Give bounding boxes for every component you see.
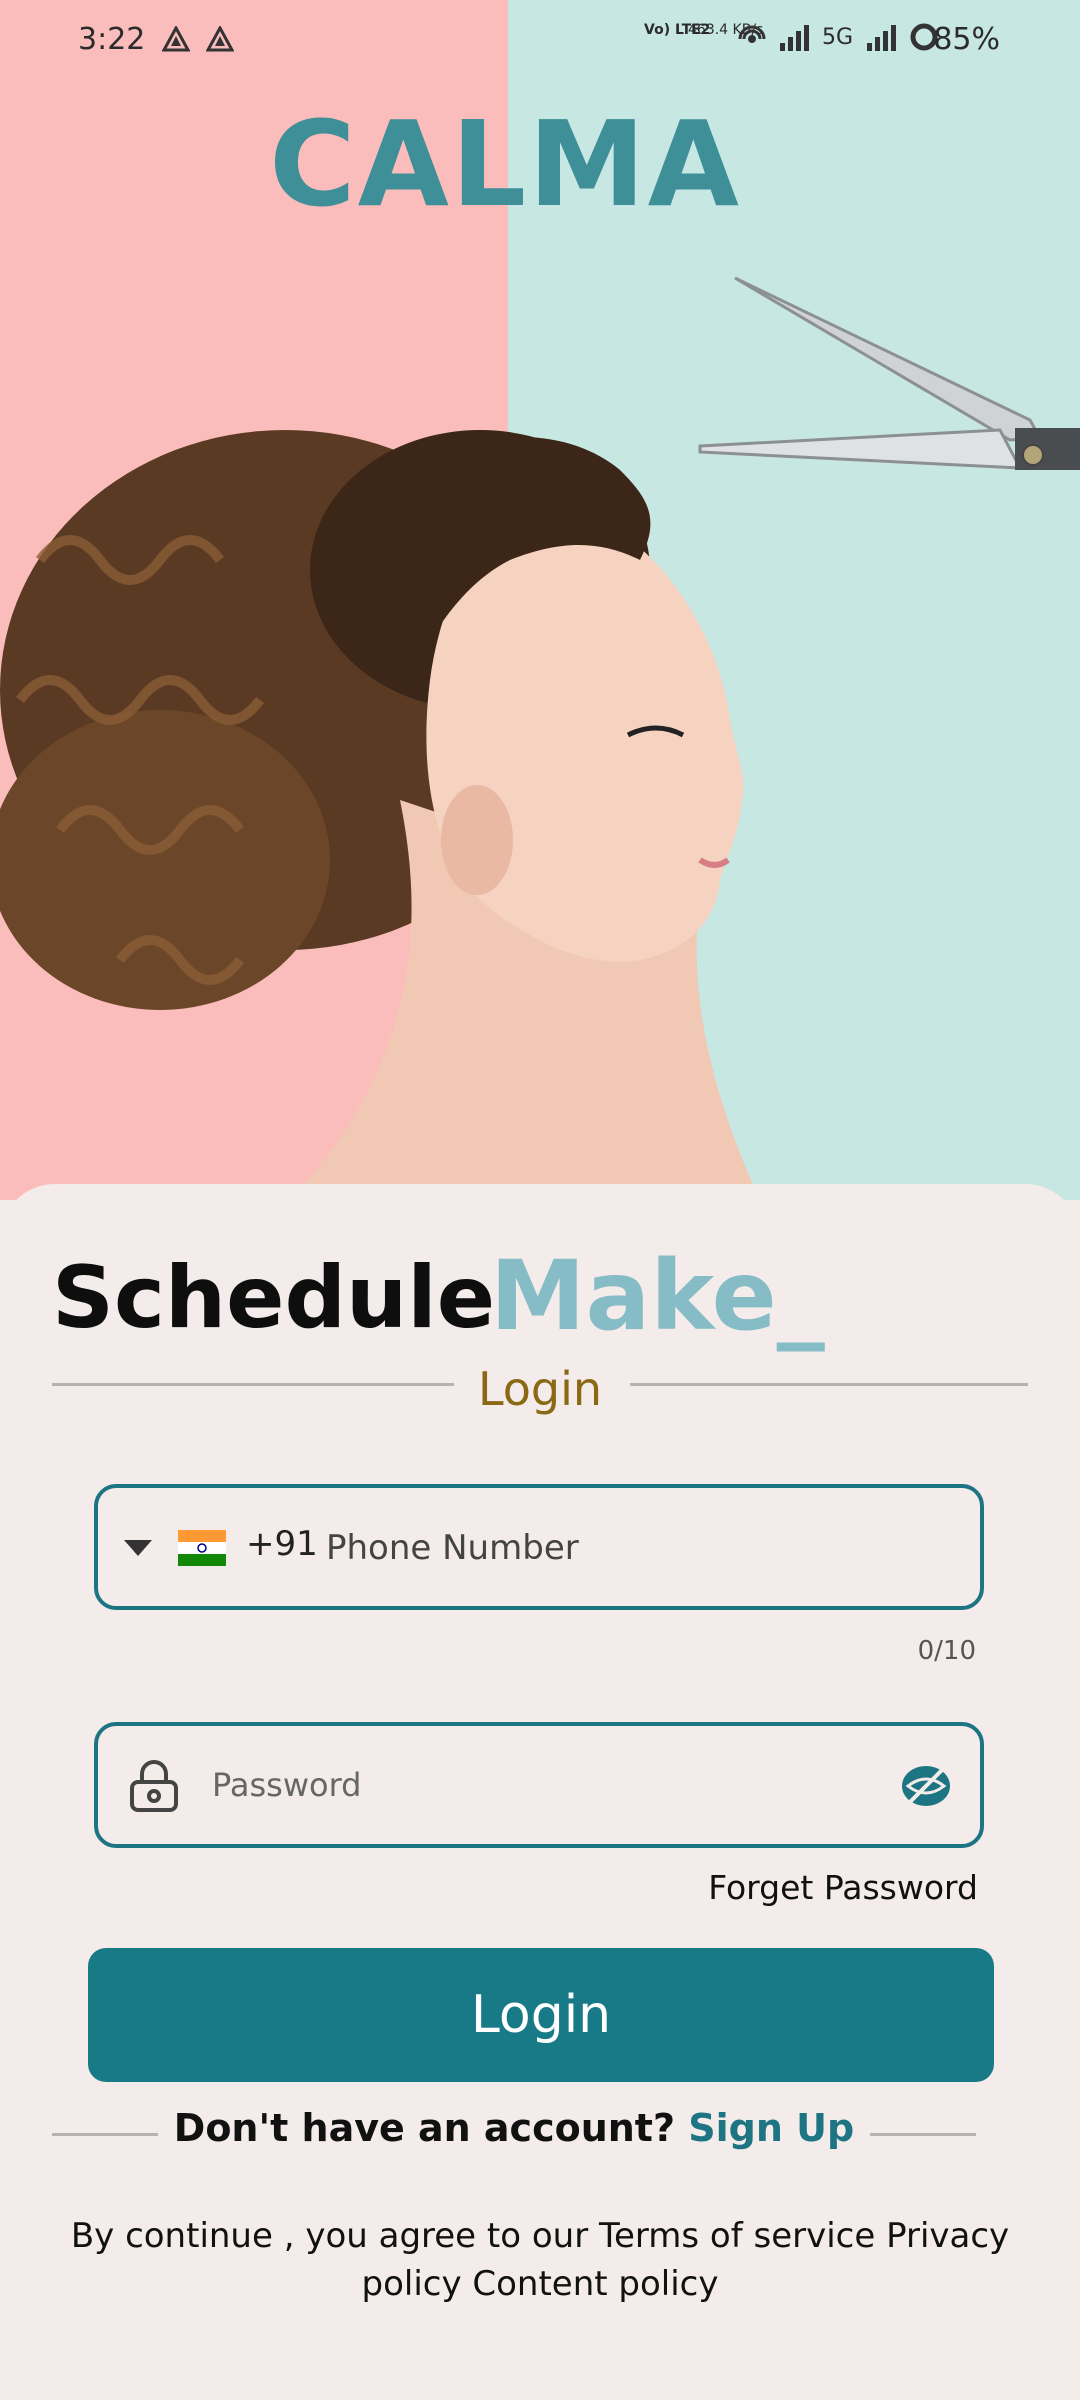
- hotspot-icon: [738, 25, 766, 43]
- password-input[interactable]: Password: [212, 1766, 361, 1804]
- phone-input[interactable]: Phone Number: [326, 1528, 579, 1568]
- phone-counter: 0/10: [917, 1636, 976, 1666]
- divider-line: [870, 2133, 976, 2136]
- india-flag-icon[interactable]: [178, 1530, 226, 1566]
- country-code[interactable]: +91: [246, 1524, 318, 1564]
- battery-percentage: 85%: [933, 22, 1000, 57]
- signal-icon: [780, 25, 809, 51]
- signup-prompt: Don't have an account?: [173, 2106, 676, 2150]
- login-divider: Login: [52, 1362, 1028, 1422]
- scissors-icon: [698, 276, 1080, 470]
- status-bar: 3:22 Vo) LTE2 463.4 KB/s 5G 85%: [0, 0, 1080, 80]
- lock-icon: [130, 1760, 178, 1812]
- warning-icon: [206, 26, 234, 52]
- warning-icon: [162, 26, 190, 52]
- country-dropdown-icon[interactable]: [124, 1540, 152, 1556]
- forget-password-link[interactable]: Forget Password: [708, 1868, 978, 1907]
- eye-off-icon[interactable]: [898, 1758, 954, 1814]
- login-button[interactable]: Login: [88, 1948, 994, 2082]
- hero-banner: CALMA 3:22 Vo) LTE2 463.4 KB/s 5G 85%: [0, 0, 1080, 1200]
- signup-prompt-wrapper: Don't have an account? Sign Up: [52, 2106, 976, 2150]
- signal-icon: [867, 25, 897, 51]
- network-generation: 5G: [822, 24, 854, 50]
- signup-row: Don't have an account? Sign Up: [52, 2106, 976, 2166]
- status-icons: 5G: [738, 22, 939, 52]
- brand-title: CALMA: [269, 95, 741, 233]
- phone-number-field[interactable]: +91 Phone Number: [94, 1484, 984, 1610]
- headline-secondary: Make_: [490, 1240, 825, 1352]
- password-field[interactable]: Password: [94, 1722, 984, 1848]
- divider-line: [630, 1383, 1028, 1386]
- terms-text[interactable]: By continue , you agree to our Terms of …: [52, 2212, 1028, 2308]
- signup-link[interactable]: Sign Up: [688, 2106, 854, 2150]
- status-time: 3:22: [78, 22, 146, 57]
- headline-primary: Schedule: [52, 1248, 496, 1348]
- login-section-label: Login: [477, 1362, 603, 1416]
